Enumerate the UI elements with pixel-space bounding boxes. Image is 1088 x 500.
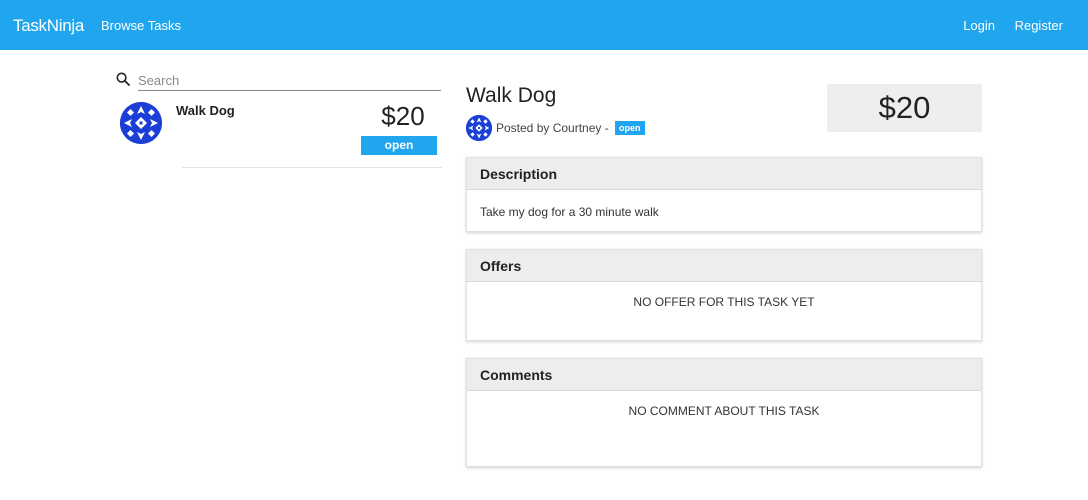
description-text: Take my dog for a 30 minute walk [480, 205, 659, 219]
status-badge: open [615, 121, 645, 135]
comments-panel: Comments NO COMMENT ABOUT THIS TASK [466, 358, 982, 467]
task-list-item[interactable]: Walk Dog $20 open [116, 96, 442, 168]
avatar [120, 102, 162, 144]
nav-browse-tasks[interactable]: Browse Tasks [101, 18, 181, 33]
nav-register[interactable]: Register [1015, 18, 1063, 33]
top-navbar: TaskNinja Browse Tasks Login Register [0, 0, 1088, 50]
offers-panel: Offers NO OFFER FOR THIS TASK YET [466, 249, 982, 341]
search-input[interactable] [138, 70, 441, 91]
description-header: Description [467, 158, 981, 190]
description-panel: Description Take my dog for a 30 minute … [466, 157, 982, 232]
task-item-price: $20 [381, 101, 425, 131]
task-price-box: $20 [827, 84, 982, 132]
search-icon [116, 72, 130, 86]
nav-login[interactable]: Login [963, 18, 995, 33]
comments-empty-message: NO COMMENT ABOUT THIS TASK [628, 404, 820, 418]
task-item-status-badge[interactable]: open [361, 136, 437, 155]
search-bar [116, 70, 442, 92]
task-detail-title: Walk Dog [466, 84, 557, 107]
comments-header: Comments [467, 359, 981, 391]
posted-by-row: Posted by Courtney - open [466, 115, 726, 141]
posted-by-text: Posted by Courtney - [496, 121, 609, 135]
brand-logo[interactable]: TaskNinja [13, 16, 84, 36]
poster-avatar [466, 115, 492, 141]
offers-empty-message: NO OFFER FOR THIS TASK YET [633, 295, 815, 309]
offers-header: Offers [467, 250, 981, 282]
task-item-divider [182, 167, 442, 168]
task-item-title: Walk Dog [176, 103, 235, 118]
